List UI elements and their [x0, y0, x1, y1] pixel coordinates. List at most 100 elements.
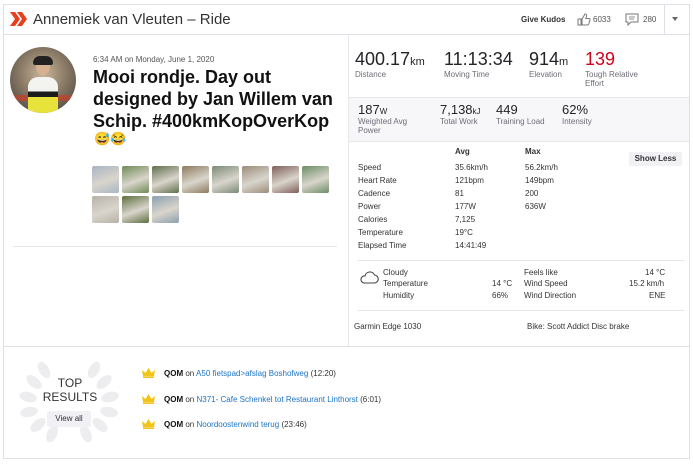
achievement-on: on	[185, 395, 195, 404]
weather-temperature: 14 °C	[492, 279, 513, 288]
details-row: Calories 7,125	[358, 215, 588, 228]
show-less-button[interactable]: Show Less	[629, 152, 682, 166]
details-row: Speed 35.6km/h 56.2km/h	[358, 163, 588, 176]
column-divider	[348, 35, 349, 346]
stat-relative-effort[interactable]: 139 Tough Relative Effort	[585, 49, 665, 88]
weather-wind-direction-label: Wind Direction	[524, 291, 577, 300]
photo-thumbnail[interactable]	[152, 166, 179, 193]
segment-link[interactable]: N371- Cafe Schenkel tot Restaurant Linth…	[196, 395, 357, 404]
photo-thumbnail[interactable]	[92, 166, 119, 193]
details-row-avg: 81	[455, 189, 464, 198]
photo-thumbnail[interactable]	[212, 166, 239, 193]
photo-thumbnail[interactable]	[302, 166, 329, 193]
photo-thumbnail[interactable]	[242, 166, 269, 193]
details-row: Cadence 81 200	[358, 189, 588, 202]
details-row-avg: 121bpm	[455, 176, 484, 185]
details-row-avg: 7,125	[455, 215, 476, 224]
photo-thumbnail[interactable]	[182, 166, 209, 193]
details-row-max: 149bpm	[525, 176, 554, 185]
weather-wind-speed-label: Wind Speed	[524, 279, 568, 288]
bike-name[interactable]: Bike: Scott Addict Disc brake	[527, 322, 629, 331]
photo-thumbnail[interactable]	[272, 166, 299, 193]
weather-condition: Cloudy	[383, 268, 408, 277]
achievement-item: QOM on N371- Cafe Schenkel tot Restauran…	[164, 395, 381, 404]
segment-link[interactable]: Noordoostenwind terug	[196, 420, 279, 429]
weather-humidity-label: Humidity	[383, 291, 415, 300]
comment-icon[interactable]	[625, 13, 639, 26]
thumbs-up-icon[interactable]	[577, 13, 591, 26]
details-row-label: Temperature	[358, 228, 403, 237]
details-row-avg: 35.6km/h	[455, 163, 488, 172]
details-row-label: Power	[358, 202, 381, 211]
divider	[13, 246, 337, 247]
chevron-down-icon[interactable]	[672, 17, 678, 21]
weather-humidity: 66%	[492, 291, 509, 300]
details-row-max: 636W	[525, 202, 546, 211]
achievement-item: QOM on Noordoostenwind terug (23:46)	[164, 420, 307, 429]
kudos-count[interactable]: 6033	[593, 15, 611, 24]
header-divider	[664, 5, 665, 35]
photo-thumbnail[interactable]	[92, 196, 119, 223]
stat-weighted-avg-power: 187W Weighted Avg Power	[358, 102, 408, 135]
details-row-max: 200	[525, 189, 539, 198]
stat-elevation: 914m Elevation	[529, 49, 569, 79]
achievement-time: (23:46)	[281, 420, 307, 429]
divider	[358, 310, 684, 311]
achievement-badge: QOM	[164, 420, 184, 429]
top-results-title: TOP RESULTS	[42, 376, 98, 404]
details-row: Temperature 19°C	[358, 228, 588, 241]
column-header-max: Max	[525, 147, 541, 156]
give-kudos-button[interactable]: Give Kudos	[521, 15, 565, 24]
activity-header: Annemiek van Vleuten – Ride Give Kudos 6…	[4, 5, 689, 35]
achievement-badge: QOM	[164, 369, 184, 378]
details-row: Heart Rate 121bpm 149bpm	[358, 176, 588, 189]
activity-datetime: 6:34 AM on Monday, June 1, 2020	[93, 55, 215, 64]
stat-training-load: 449 Training Load	[496, 102, 545, 126]
crown-icon	[142, 394, 155, 404]
stat-total-work: 7,138kJ Total Work	[440, 102, 481, 126]
details-row-label: Speed	[358, 163, 382, 172]
achievement-time: (12:20)	[310, 369, 336, 378]
photo-thumbnail[interactable]	[152, 196, 179, 223]
achievement-on: on	[185, 420, 195, 429]
stat-distance: 400.17km Distance	[355, 49, 425, 79]
segment-link[interactable]: A50 fietspad>afslag Boshofweg	[196, 369, 308, 378]
details-row-max: 56.2km/h	[525, 163, 558, 172]
details-row-label: Heart Rate	[358, 176, 397, 185]
photo-thumbnail[interactable]	[122, 166, 149, 193]
details-row-avg: 19°C	[455, 228, 473, 237]
divider	[358, 260, 684, 261]
crown-icon	[142, 419, 155, 429]
achievement-badge: QOM	[164, 395, 184, 404]
crown-icon	[142, 368, 155, 378]
divider	[4, 346, 689, 347]
cloud-icon	[360, 271, 379, 284]
details-row-label: Cadence	[358, 189, 391, 198]
athlete-avatar[interactable]	[10, 47, 76, 113]
details-row: Power 177W 636W	[358, 202, 588, 215]
stat-moving-time: 11:13:34 Moving Time	[444, 49, 513, 79]
activity-card: Annemiek van Vleuten – Ride Give Kudos 6…	[3, 4, 690, 459]
details-row-label: Elapsed Time	[358, 241, 407, 250]
activity-title-emoji: 😅😂	[94, 131, 127, 146]
comment-count[interactable]: 280	[643, 15, 656, 24]
achievement-time: (6:01)	[360, 395, 382, 404]
details-row: Elapsed Time 14:41:49	[358, 241, 588, 254]
weather-wind-speed: 15.2 km/h	[629, 279, 665, 288]
weather-temperature-label: Temperature	[383, 279, 428, 288]
activity-title: Mooi rondje. Day out designed by Jan Wil…	[93, 67, 333, 131]
chevrons-right-icon	[10, 12, 27, 26]
weather-feels-like-label: Feels like	[524, 268, 558, 277]
photo-thumbnail[interactable]	[122, 196, 149, 223]
details-row-avg: 177W	[455, 202, 476, 211]
weather-feels-like: 14 °C	[645, 268, 666, 277]
achievement-item: QOM on A50 fietspad>afslag Boshofweg (12…	[164, 369, 336, 378]
stat-intensity: 62% Intensity	[562, 102, 592, 126]
weather-wind-direction: ENE	[649, 291, 666, 300]
device-name: Garmin Edge 1030	[354, 322, 422, 331]
achievement-on: on	[185, 369, 195, 378]
page-title: Annemiek van Vleuten – Ride	[33, 11, 231, 28]
column-header-avg: Avg	[455, 147, 470, 156]
view-all-button[interactable]: View all	[47, 411, 91, 427]
details-row-label: Calories	[358, 215, 388, 224]
